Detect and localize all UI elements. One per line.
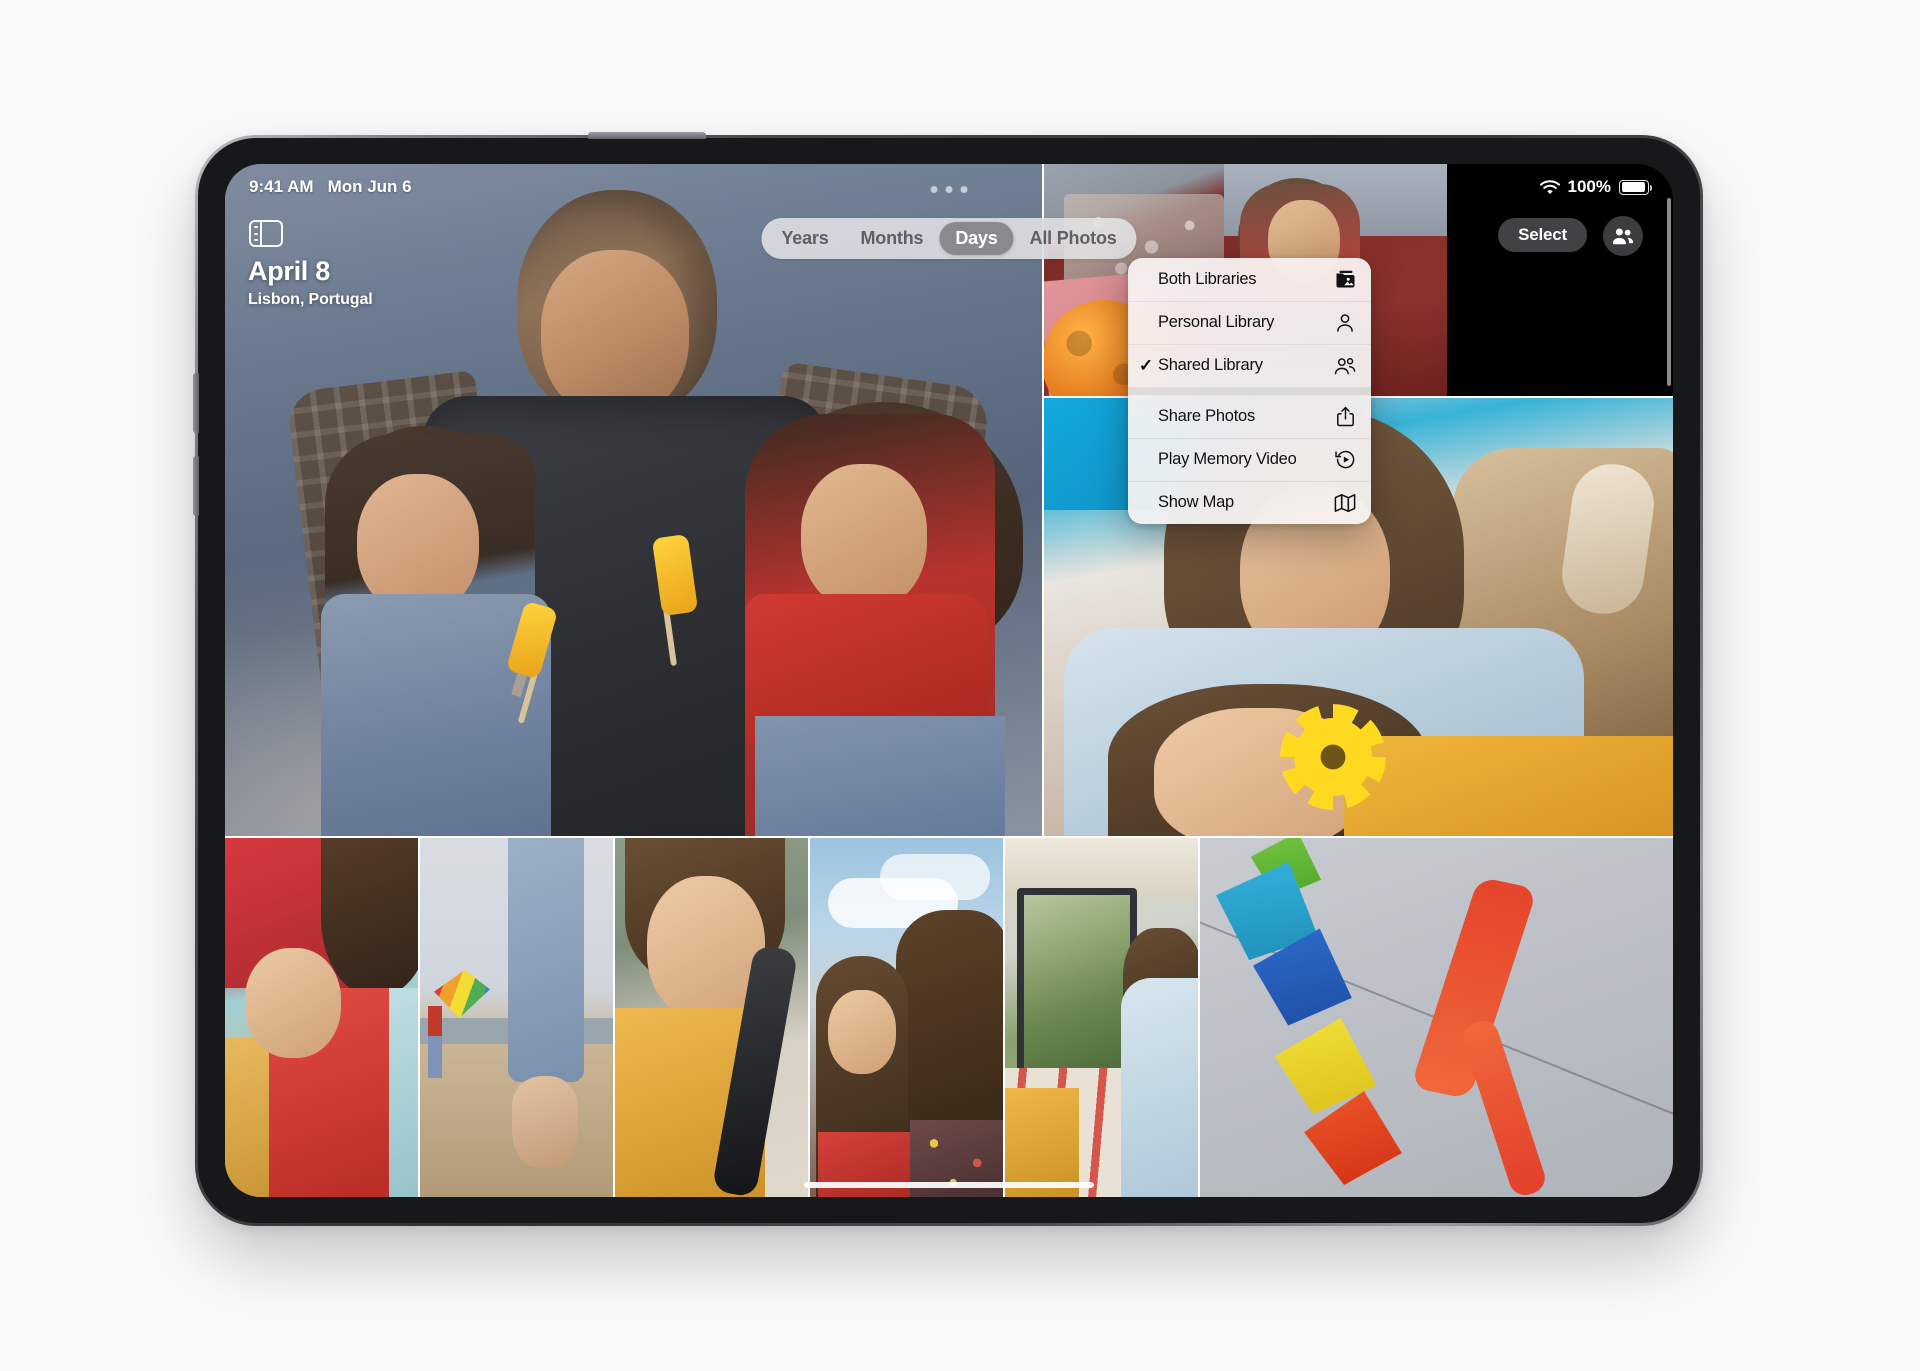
multitask-dots-icon[interactable] (930, 186, 968, 193)
grid-separator (1042, 164, 1044, 836)
home-indicator[interactable] (804, 1182, 1094, 1188)
day-header: April 8 Lisbon, Portugal (248, 256, 373, 309)
menu-item-label: Both Libraries (1158, 270, 1257, 288)
menu-item-label: Play Memory Video (1158, 450, 1297, 468)
grid-separator (808, 838, 810, 1197)
menu-item-label: Share Photos (1158, 407, 1255, 425)
page-root: 9:41 AM Mon Jun 6 100% April 8 Lisbon, P… (0, 0, 1920, 1371)
tab-years[interactable]: Years (765, 222, 844, 255)
photo-b6[interactable] (1200, 838, 1673, 1197)
menu-item-label: Shared Library (1158, 356, 1263, 374)
photo-b5[interactable] (1005, 838, 1198, 1197)
grid-separator (1198, 838, 1200, 1197)
shared-library-button[interactable] (1603, 216, 1643, 256)
menu-item-label: Personal Library (1158, 313, 1275, 331)
play-history-icon (1334, 449, 1356, 471)
menu-item-play-memory-video[interactable]: Play Memory Video (1128, 438, 1371, 481)
person-icon (1334, 312, 1356, 334)
page-subtitle: Lisbon, Portugal (248, 291, 373, 309)
power-button[interactable] (588, 132, 706, 139)
ipad-device: 9:41 AM Mon Jun 6 100% April 8 Lisbon, P… (193, 132, 1703, 1226)
menu-item-both-libraries[interactable]: Both Libraries (1128, 258, 1371, 301)
timeline-segmented-control[interactable]: Years Months Days All Photos (761, 218, 1137, 259)
volume-up-button[interactable] (193, 373, 199, 433)
scrollbar[interactable] (1667, 198, 1671, 386)
photo-stack-icon (1334, 269, 1356, 291)
grid-separator (418, 838, 420, 1197)
people-two-icon (1612, 227, 1634, 245)
share-up-icon (1334, 406, 1356, 428)
tab-all-photos[interactable]: All Photos (1014, 222, 1133, 255)
menu-group-libraries: Both Libraries Personal Library ✓ Shared… (1128, 258, 1371, 387)
menu-item-show-map[interactable]: Show Map (1128, 481, 1371, 524)
menu-group-actions: Share Photos Play Memory Video Show Map (1128, 395, 1371, 524)
map-icon (1334, 492, 1356, 514)
library-context-menu[interactable]: Both Libraries Personal Library ✓ Shared… (1128, 258, 1371, 524)
photo-b1[interactable] (225, 838, 418, 1197)
menu-divider (1128, 387, 1371, 395)
photo-grid (225, 164, 1673, 1197)
menu-item-personal-library[interactable]: Personal Library (1128, 301, 1371, 344)
menu-item-share-photos[interactable]: Share Photos (1128, 395, 1371, 438)
menu-item-shared-library[interactable]: ✓ Shared Library (1128, 344, 1371, 387)
tab-months[interactable]: Months (845, 222, 940, 255)
volume-down-button[interactable] (193, 456, 199, 516)
ipad-screen: 9:41 AM Mon Jun 6 100% April 8 Lisbon, P… (225, 164, 1673, 1197)
menu-item-label: Show Map (1158, 493, 1234, 511)
grid-separator (613, 838, 615, 1197)
page-title: April 8 (248, 256, 330, 286)
photo-b3[interactable] (615, 838, 808, 1197)
photo-b4[interactable] (810, 838, 1003, 1197)
select-button[interactable]: Select (1498, 218, 1587, 252)
photo-b2[interactable] (420, 838, 613, 1197)
sidebar-toggle-icon[interactable] (249, 220, 283, 247)
tab-days[interactable]: Days (939, 222, 1014, 255)
checkmark-icon: ✓ (1138, 355, 1154, 375)
grid-separator (1003, 838, 1005, 1197)
people-two-icon (1334, 355, 1356, 377)
grid-separator (225, 836, 1673, 838)
